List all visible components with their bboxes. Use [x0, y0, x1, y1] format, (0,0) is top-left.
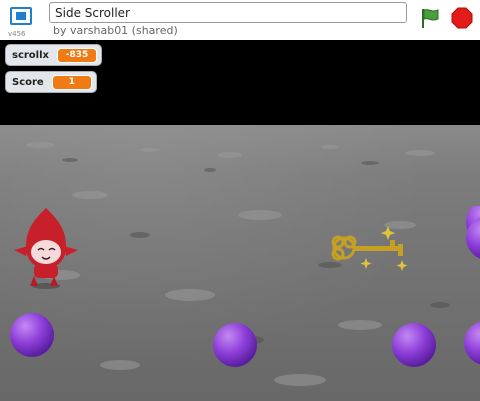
fullscreen-button[interactable] [6, 4, 36, 30]
purple-ball-sprite[interactable] [8, 310, 58, 360]
variable-monitor-score[interactable]: Score 1 [5, 71, 97, 93]
stage[interactable]: scrollx -835 Score 1 [0, 40, 480, 401]
variable-monitor-scrollx[interactable]: scrollx -835 [5, 44, 102, 66]
purple-ball-sprite[interactable] [464, 206, 480, 262]
monitor-value: 1 [51, 74, 92, 90]
project-title-input[interactable] [49, 2, 407, 23]
version-label: v456 [8, 30, 26, 38]
green-flag-icon[interactable] [418, 6, 442, 30]
purple-ball-sprite[interactable] [389, 320, 439, 370]
player-header: v456 by varshab01 (shared) [0, 0, 480, 40]
monitor-value: -835 [57, 47, 97, 63]
monitor-label: Score [12, 76, 44, 88]
purple-ball-sprite[interactable] [462, 318, 480, 368]
pico-sprite[interactable] [8, 206, 88, 290]
monitor-label: scrollx [12, 49, 49, 61]
key-sprite[interactable] [326, 222, 412, 278]
project-byline: by varshab01 (shared) [53, 24, 178, 37]
stop-sign-icon[interactable] [450, 6, 474, 30]
purple-ball-sprite[interactable] [211, 320, 261, 370]
